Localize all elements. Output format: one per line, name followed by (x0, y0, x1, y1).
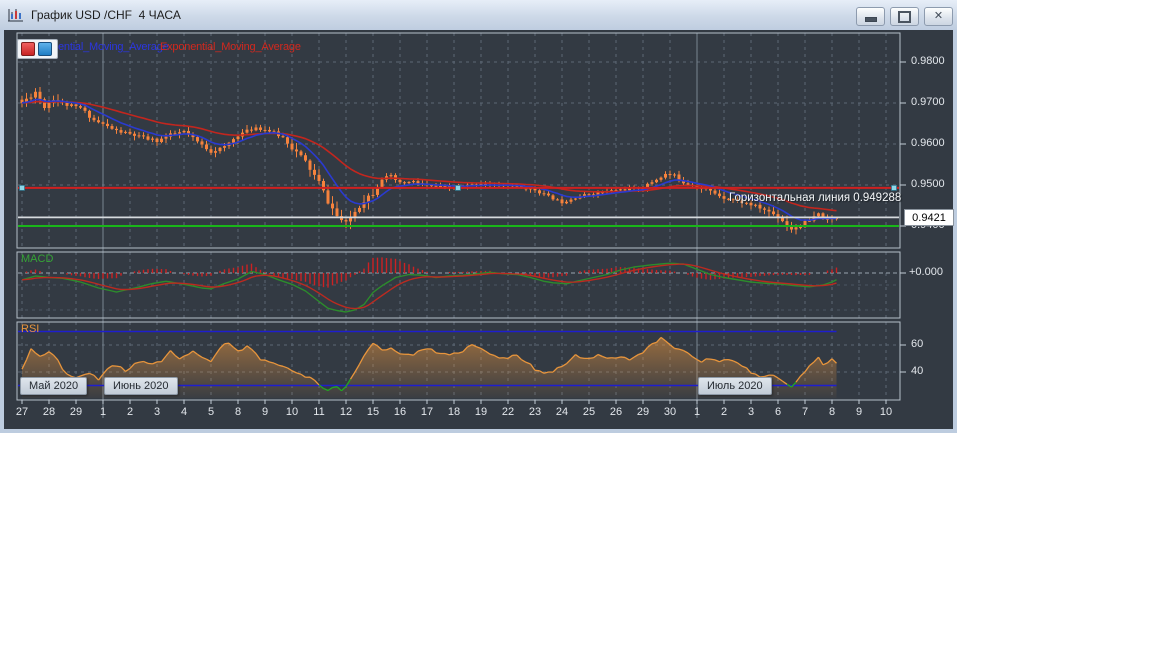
time-tick-label: 2 (126, 406, 134, 418)
hline-tooltip: Горизонтальная линия 0.949288 (729, 192, 902, 204)
time-tick-label: 23 (528, 406, 542, 418)
chart-window: График USD /CHF 4 ЧАСА ✕ ential_Moving_A… (0, 0, 957, 433)
horizontal-line-object[interactable] (18, 185, 899, 191)
time-tick-label: 29 (69, 406, 83, 418)
time-tick-label: 3 (153, 406, 161, 418)
time-tick-label: 16 (393, 406, 407, 418)
time-tick-label: 26 (609, 406, 623, 418)
time-tick-label: 27 (15, 406, 29, 418)
time-tick-label: 30 (663, 406, 677, 418)
time-tick-label: 8 (828, 406, 836, 418)
buy-quick-button[interactable] (38, 42, 52, 56)
time-tick-label: 5 (207, 406, 215, 418)
price-tick-label: 0.9800 (911, 55, 945, 67)
month-label-box: Июнь 2020 (104, 377, 178, 395)
hline-selection-handle (455, 185, 461, 191)
time-tick-label: 12 (339, 406, 353, 418)
current-price-box: 0.9421 (904, 209, 954, 226)
chart-canvas[interactable] (0, 0, 957, 433)
chart-quick-buttons (17, 39, 58, 59)
time-tick-label: 24 (555, 406, 569, 418)
time-tick-label: 7 (801, 406, 809, 418)
time-tick-label: 15 (366, 406, 380, 418)
time-tick-label: 29 (636, 406, 650, 418)
time-scale[interactable]: 27 28 29 1 2 3 4 5 8 9 10 11 12 15 16 17 18 19 22 23 24 25 26 2… (4, 401, 903, 425)
time-tick-label: 9 (261, 406, 269, 418)
time-tick-label: 18 (447, 406, 461, 418)
month-label-box: Май 2020 (20, 377, 88, 395)
hline-selection-handle (19, 185, 25, 191)
time-tick-label: 10 (879, 406, 893, 418)
candlesticks (20, 86, 838, 235)
month-label-box: Июль 2020 (698, 377, 772, 395)
time-tick-label: 1 (99, 406, 107, 418)
time-tick-label: 17 (420, 406, 434, 418)
time-tick-label: 10 (285, 406, 299, 418)
rsi-tick-label: 40 (911, 365, 924, 377)
window-frame-left (0, 30, 4, 433)
macd-zero-label: +0.000 (909, 266, 943, 278)
price-tick-label: 0.9500 (911, 178, 945, 190)
window-frame-right (953, 30, 957, 433)
time-tick-label: 19 (474, 406, 488, 418)
ema-slow-line (21, 100, 837, 212)
rsi-tick-label: 60 (911, 338, 924, 350)
time-tick-label: 4 (180, 406, 188, 418)
rsi-label: RSI (21, 323, 40, 335)
time-tick-label: 1 (693, 406, 701, 418)
time-tick-label: 22 (501, 406, 515, 418)
time-tick-label: 2 (720, 406, 728, 418)
time-tick-label: 3 (747, 406, 755, 418)
time-tick-label: 6 (774, 406, 782, 418)
sell-quick-button[interactable] (21, 42, 35, 56)
macd-label: MACD (21, 253, 54, 265)
time-tick-label: 11 (313, 406, 325, 418)
ema-fast-label: ential_Moving_Average (58, 41, 169, 53)
time-tick-label: 8 (234, 406, 242, 418)
hline-selection-handle (891, 185, 897, 191)
time-tick-label: 28 (42, 406, 56, 418)
time-tick-label: 25 (582, 406, 596, 418)
ema-slow-label: Exponential_Moving_Average (160, 41, 301, 53)
price-tick-label: 0.9700 (911, 96, 945, 108)
price-tick-label: 0.9600 (911, 137, 945, 149)
window-frame-bottom (0, 429, 957, 433)
time-tick-label: 9 (855, 406, 863, 418)
